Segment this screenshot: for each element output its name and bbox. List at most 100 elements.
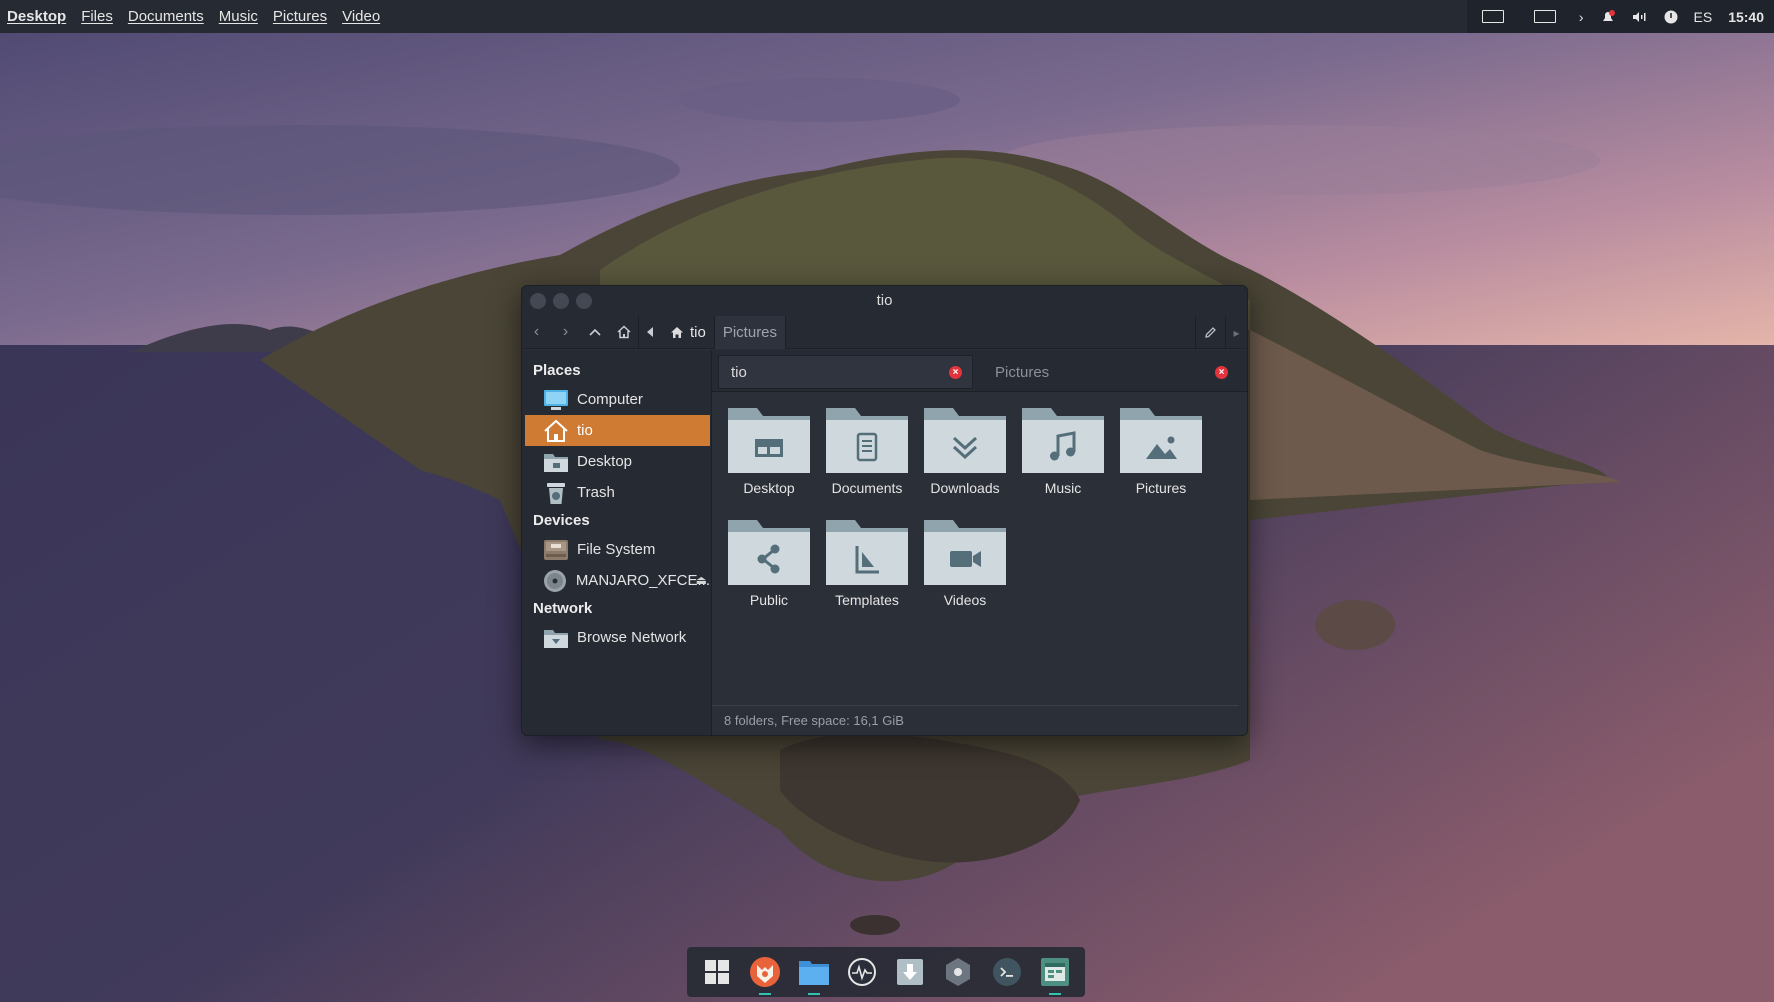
sidebar-item-desktop[interactable]: Desktop [525, 446, 710, 477]
tab-pictures[interactable]: Pictures × [983, 355, 1238, 389]
menu-desktop[interactable]: Desktop [7, 8, 66, 25]
folder-templates[interactable]: Templates [818, 518, 916, 608]
power-icon[interactable] [1656, 0, 1686, 33]
terminal-icon [992, 958, 1021, 986]
menu-music[interactable]: Music [219, 8, 258, 25]
folder-documents[interactable]: Documents [818, 406, 916, 496]
forward-button[interactable]: › [551, 316, 580, 349]
dock-settings[interactable] [939, 952, 977, 992]
window-button-2[interactable] [1519, 0, 1571, 33]
video-camera-icon [924, 520, 1006, 585]
hard-drive-icon [543, 538, 569, 562]
triangle-left-icon [647, 327, 653, 337]
window-title: tio [876, 292, 893, 309]
document-icon [826, 408, 908, 473]
sidebar-item-file-system[interactable]: File System [525, 534, 710, 565]
close-tab-icon[interactable]: × [949, 365, 962, 379]
tray-expand-icon[interactable]: › [1571, 0, 1592, 33]
menu-video[interactable]: Video [342, 8, 380, 25]
sidebar-item-label: Browse Network [577, 629, 687, 646]
pencil-icon [1205, 327, 1216, 338]
settings-icon [946, 958, 971, 986]
system-tray: › ES 15:40 [1466, 0, 1774, 33]
dock-app-grid[interactable] [698, 952, 736, 992]
titlebar[interactable]: tio [522, 286, 1247, 316]
breadcrumb-current-label: tio [690, 323, 706, 341]
sidebar-item-tio[interactable]: tio [525, 415, 710, 446]
desktop-icon [728, 408, 810, 473]
home-button[interactable] [609, 316, 638, 349]
folder-label: Downloads [930, 480, 1000, 496]
computer-icon [543, 388, 569, 412]
sidebar: Places Computer tio Desktop Trash Device… [522, 350, 712, 735]
sidebar-item-label: File System [577, 541, 656, 558]
breadcrumb-scroll-right[interactable]: ▸ [1225, 316, 1247, 349]
network-heading: Network [533, 600, 593, 617]
running-indicator [807, 993, 820, 995]
sheets-icon [1040, 958, 1069, 986]
folder-label: Music [1044, 480, 1082, 496]
edit-location-button[interactable] [1195, 316, 1225, 349]
download-icon [924, 408, 1006, 473]
chevron-left-icon: ‹ [533, 323, 540, 340]
sidebar-item-computer[interactable]: Computer [525, 384, 710, 415]
clock[interactable]: 15:40 [1720, 0, 1774, 33]
network-folder-icon [543, 626, 569, 650]
tab-tio[interactable]: tio × [718, 355, 973, 389]
window-icon [1481, 10, 1504, 23]
sidebar-item-label: Computer [577, 391, 643, 408]
dock-file-manager[interactable] [795, 952, 833, 995]
music-note-icon [1022, 408, 1104, 473]
sidebar-item-manjaro-disc[interactable]: MANJARO_XFCE... ⏏ [525, 565, 710, 596]
dock-firefox[interactable] [746, 952, 784, 995]
sidebar-item-label: MANJARO_XFCE... [575, 572, 710, 589]
devices-heading: Devices [533, 512, 590, 529]
menu-files[interactable]: Files [81, 8, 113, 25]
sidebar-item-label: Trash [577, 484, 615, 501]
volume-icon[interactable] [1624, 0, 1656, 33]
dock-system-monitor[interactable] [843, 952, 881, 992]
picture-icon [1120, 408, 1202, 473]
home-icon [671, 326, 683, 338]
sidebar-item-trash[interactable]: Trash [525, 477, 710, 508]
folder-music[interactable]: Music [1014, 406, 1112, 496]
folder-desktop[interactable]: Desktop [720, 406, 818, 496]
file-manager-icon [798, 961, 829, 985]
system-monitor-icon [847, 958, 876, 986]
menu-documents[interactable]: Documents [128, 8, 204, 25]
breadcrumb-current[interactable]: tio [662, 316, 714, 349]
dock-sheets[interactable] [1036, 952, 1074, 995]
menu-pictures[interactable]: Pictures [273, 8, 327, 25]
chevron-up-icon [588, 328, 601, 336]
folder-public[interactable]: Public [720, 518, 818, 608]
breadcrumb-next[interactable]: Pictures [713, 315, 787, 349]
folder-label: Public [749, 592, 789, 608]
notification-icon[interactable] [1592, 0, 1624, 33]
breadcrumb-scroll-left[interactable] [638, 315, 662, 349]
keyboard-layout[interactable]: ES [1686, 0, 1721, 33]
folder-videos[interactable]: Videos [916, 518, 1014, 608]
firefox-icon [750, 957, 781, 987]
folder-pictures[interactable]: Pictures [1112, 406, 1210, 496]
status-bar: 8 folders, Free space: 16,1 GiB [712, 705, 1239, 735]
chevron-right-icon: › [562, 323, 569, 340]
tab-bar: tio × Pictures × [712, 350, 1247, 392]
app-grid-icon [705, 960, 730, 984]
parent-folder-button[interactable] [580, 316, 609, 349]
sidebar-item-browse-network[interactable]: Browse Network [525, 622, 710, 653]
top-panel: Desktop Files Documents Music Pictures V… [0, 0, 1774, 33]
folder-downloads[interactable]: Downloads [916, 406, 1014, 496]
close-tab-icon[interactable]: × [1215, 365, 1228, 379]
dock [687, 947, 1085, 997]
eject-icon[interactable]: ⏏ [696, 573, 707, 587]
file-manager-window: tio ‹ › tio Pictures ▸ Places Computer t… [521, 285, 1248, 736]
back-button[interactable]: ‹ [522, 316, 551, 349]
folder-label: Desktop [743, 480, 795, 496]
main-pane: tio × Pictures × Desktop Documents Downl… [712, 350, 1247, 735]
home-icon [543, 419, 569, 443]
dock-download-manager[interactable] [891, 952, 929, 992]
places-heading: Places [533, 362, 581, 379]
dock-terminal[interactable] [988, 952, 1026, 992]
window-button-1[interactable] [1467, 0, 1519, 33]
running-indicator [759, 993, 772, 995]
